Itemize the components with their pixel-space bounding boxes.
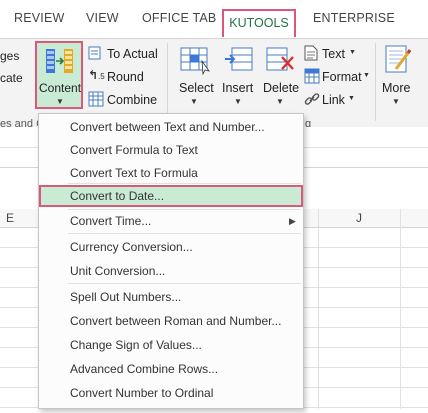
to-actual-icon (88, 46, 101, 60)
column-header-j[interactable]: J (356, 211, 362, 225)
select-chevron-down-icon[interactable]: ▼ (190, 97, 198, 106)
link-icon (304, 93, 320, 105)
content-button[interactable]: Content ▼ (35, 41, 83, 109)
menu-item-convert-formula-to-text[interactable]: Convert Formula to Text (39, 139, 303, 161)
menu-item-convert-roman-number[interactable]: Convert between Roman and Number... (39, 310, 303, 332)
insert-icon (225, 47, 253, 71)
menu-separator (68, 233, 301, 234)
combine-button[interactable]: Combine (107, 93, 157, 107)
menu-item-convert-time-label: Convert Time... (70, 214, 152, 228)
format-button[interactable]: Format (322, 70, 362, 84)
insert-button[interactable]: Insert (222, 81, 253, 95)
menu-separator (68, 283, 301, 284)
delete-button[interactable]: Delete (263, 81, 299, 95)
link-chevron-down-icon[interactable]: ▼ (348, 95, 355, 102)
format-chevron-down-icon[interactable]: ▼ (363, 72, 370, 79)
tab-office-tab[interactable]: OFFICE TAB (142, 11, 216, 25)
more-icon (385, 45, 412, 73)
content-label: Content (39, 81, 82, 95)
round-button[interactable]: Round (107, 70, 144, 84)
tab-view[interactable]: VIEW (86, 11, 119, 25)
submenu-arrow-icon: ▶ (289, 216, 296, 226)
text-chevron-down-icon[interactable]: ▼ (349, 49, 356, 56)
column-header-e[interactable]: E (6, 211, 14, 225)
duplicate-partial-label[interactable]: cate (0, 71, 23, 85)
menu-item-convert-text-to-formula[interactable]: Convert Text to Formula (39, 162, 303, 184)
ribbon-separator (167, 43, 168, 121)
menu-item-convert-number-to-ordinal[interactable]: Convert Number to Ordinal (39, 382, 303, 404)
menu-item-convert-to-date[interactable]: Convert to Date... (39, 185, 303, 207)
chevron-down-icon: ▼ (56, 97, 64, 106)
column-gridline (400, 209, 401, 409)
tab-kutools[interactable]: KUTOOLS (222, 9, 296, 37)
format-icon (304, 68, 320, 84)
menu-item-convert-text-number[interactable]: Convert between Text and Number... (39, 116, 303, 138)
link-button[interactable]: Link (322, 93, 345, 107)
more-button[interactable]: More (382, 81, 410, 95)
menu-separator (68, 183, 301, 184)
column-gridline (318, 209, 319, 409)
menu-item-spell-out-numbers[interactable]: Spell Out Numbers... (39, 286, 303, 308)
delete-chevron-down-icon[interactable]: ▼ (276, 97, 284, 106)
menu-item-advanced-combine-rows[interactable]: Advanced Combine Rows... (39, 358, 303, 380)
delete-icon (266, 47, 294, 71)
content-dropdown-menu: Convert between Text and Number... Conve… (38, 113, 304, 409)
more-chevron-down-icon[interactable]: ▼ (392, 97, 400, 106)
menu-item-convert-time[interactable]: Convert Time... ▶ (39, 210, 303, 232)
menu-item-unit-conversion[interactable]: Unit Conversion... (39, 260, 303, 282)
content-icon (46, 49, 73, 73)
tab-enterprise[interactable]: ENTERPRISE (313, 11, 395, 25)
text-icon (304, 45, 318, 61)
text-button[interactable]: Text (322, 47, 345, 61)
combine-icon (88, 91, 104, 107)
to-actual-button[interactable]: To Actual (107, 47, 158, 61)
ribbon-separator (375, 43, 376, 121)
ribbon-tab-strip: REVIEW VIEW OFFICE TAB KUTOOLS ENTERPRIS… (0, 0, 428, 38)
select-button[interactable]: Select (179, 81, 214, 95)
menu-item-change-sign-of-values[interactable]: Change Sign of Values... (39, 334, 303, 356)
menu-item-currency-conversion[interactable]: Currency Conversion... (39, 236, 303, 258)
insert-chevron-down-icon[interactable]: ▼ (234, 97, 242, 106)
round-icon: ↰.5 (88, 68, 105, 82)
ranges-partial-label[interactable]: ges (0, 49, 19, 63)
tab-review[interactable]: REVIEW (14, 11, 65, 25)
select-icon (180, 47, 210, 75)
